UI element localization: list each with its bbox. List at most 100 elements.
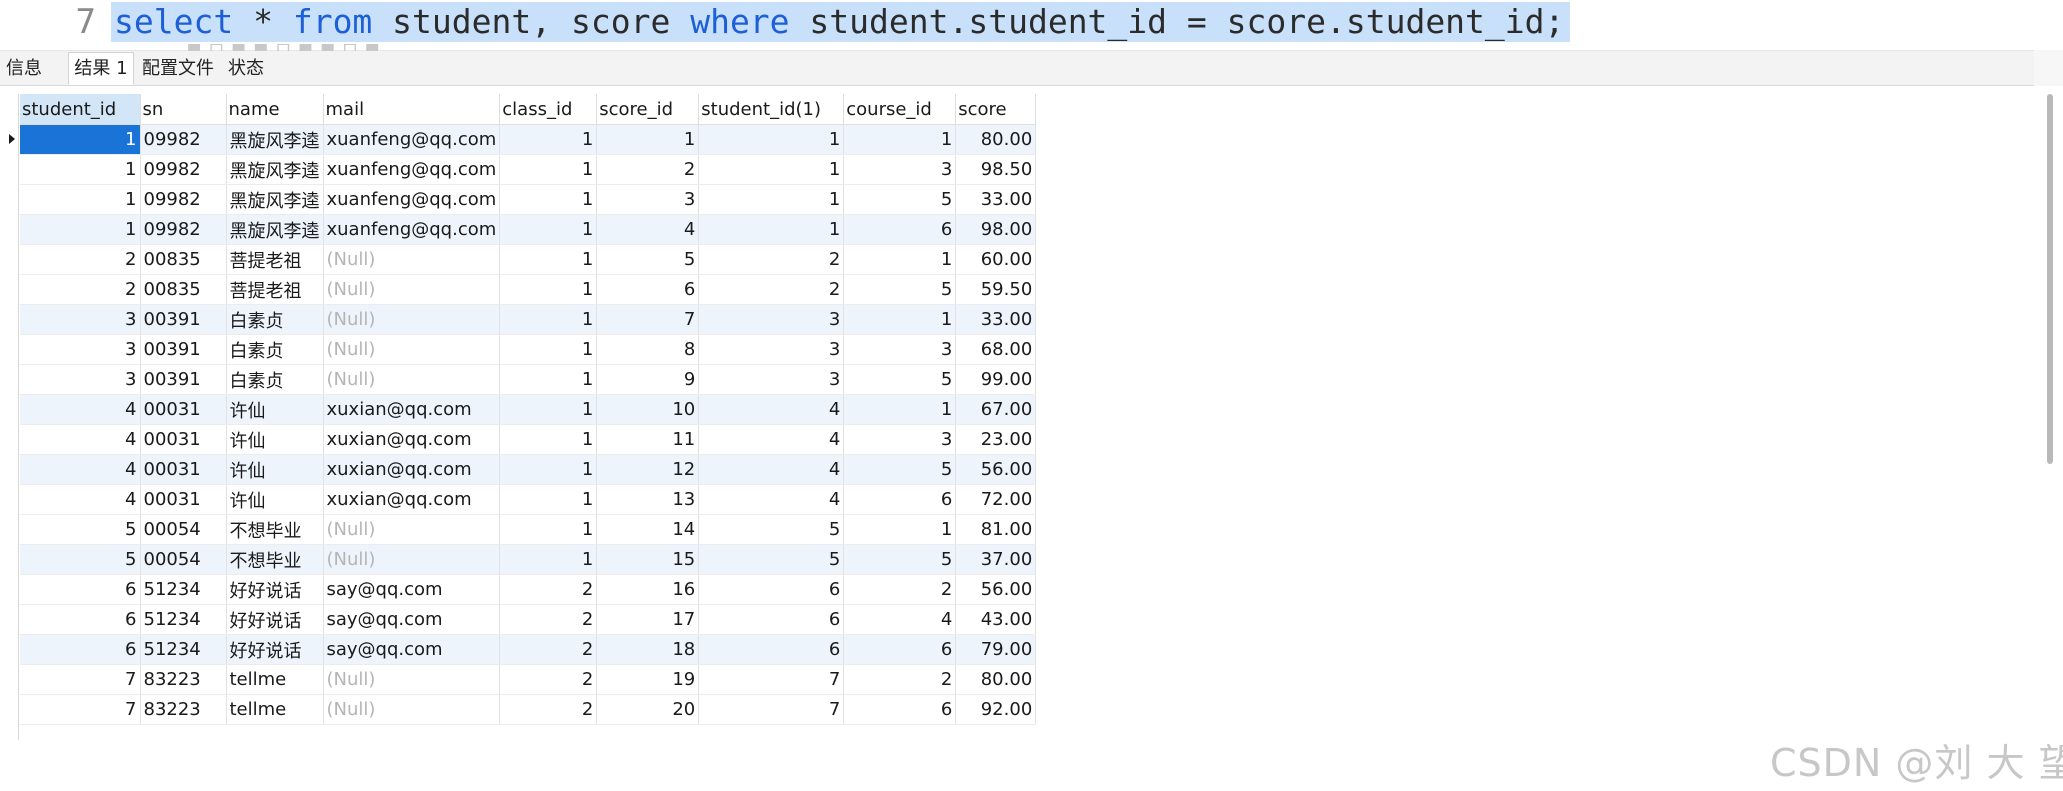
table-cell[interactable]: 09982	[140, 214, 227, 245]
table-cell[interactable]: 1	[698, 154, 845, 185]
table-cell[interactable]: (Null)	[323, 514, 501, 545]
table-cell[interactable]: tellme	[226, 664, 324, 695]
table-cell[interactable]: xuxian@qq.com	[323, 484, 501, 515]
column-header-sn[interactable]: sn	[140, 94, 227, 125]
table-cell[interactable]: 37.00	[955, 544, 1037, 575]
table-cell[interactable]: 7	[20, 694, 141, 725]
table-cell[interactable]: 2	[698, 274, 845, 305]
table-row[interactable]: 5 00054 不想毕业 (Null) 1 14 5 1 81.00	[20, 514, 1037, 545]
table-cell[interactable]: 3	[843, 334, 957, 365]
table-cell[interactable]: 6	[843, 694, 957, 725]
table-cell[interactable]: 11	[596, 424, 700, 455]
table-cell[interactable]: 3	[698, 364, 845, 395]
table-cell[interactable]: 2	[20, 274, 141, 305]
table-cell[interactable]: 5	[20, 514, 141, 545]
table-cell[interactable]: 好好说话	[226, 634, 324, 665]
table-cell[interactable]: 51234	[140, 574, 227, 605]
table-cell[interactable]: 33.00	[955, 304, 1037, 335]
results-table[interactable]: student_id sn name mail class_id score_id stud…	[20, 94, 1037, 725]
table-cell[interactable]: 6	[843, 484, 957, 515]
table-cell[interactable]: 81.00	[955, 514, 1037, 545]
table-row[interactable]: 6 51234 好好说话 say@qq.com 2 16 6 2 56.00	[20, 574, 1037, 605]
table-cell[interactable]: 16	[596, 574, 700, 605]
table-cell[interactable]: 1	[843, 304, 957, 335]
column-header-score-id[interactable]: score_id	[596, 94, 700, 125]
sql-editor[interactable]: 7 select * from student, score where stu…	[0, 0, 2035, 52]
table-cell[interactable]: 09982	[140, 184, 227, 215]
table-cell[interactable]: 1	[499, 304, 598, 335]
table-cell[interactable]: 20	[596, 694, 700, 725]
table-cell[interactable]: 6	[20, 634, 141, 665]
table-cell[interactable]: 许仙	[226, 394, 324, 425]
table-cell[interactable]: 00031	[140, 484, 227, 515]
table-cell[interactable]: 5	[843, 184, 957, 215]
table-cell[interactable]: 3	[20, 364, 141, 395]
table-cell[interactable]: (Null)	[323, 664, 501, 695]
column-header-score[interactable]: score	[955, 94, 1037, 125]
table-row[interactable]: 1 09982 黑旋风李逵 xuanfeng@qq.com 1 4 1 6 98.00	[20, 214, 1037, 245]
table-cell[interactable]: 1	[499, 514, 598, 545]
table-cell[interactable]: 1	[596, 124, 700, 155]
table-cell[interactable]: 2	[499, 574, 598, 605]
table-cell[interactable]: 00054	[140, 544, 227, 575]
table-cell[interactable]: 9	[596, 364, 700, 395]
column-header-name[interactable]: name	[226, 94, 324, 125]
table-cell[interactable]: 1	[843, 394, 957, 425]
table-cell[interactable]: 好好说话	[226, 574, 324, 605]
table-cell[interactable]: 1	[20, 214, 141, 245]
table-cell[interactable]: 白素贞	[226, 364, 324, 395]
table-cell[interactable]: 4	[20, 484, 141, 515]
table-cell[interactable]: (Null)	[323, 364, 501, 395]
table-row[interactable]: 4 00031 许仙 xuxian@qq.com 1 12 4 5 56.00	[20, 454, 1037, 485]
table-cell[interactable]: 5	[596, 244, 700, 275]
table-row[interactable]: 3 00391 白素贞 (Null) 1 8 3 3 68.00	[20, 334, 1037, 365]
table-cell[interactable]: 10	[596, 394, 700, 425]
table-cell[interactable]: 12	[596, 454, 700, 485]
table-cell[interactable]: 1	[499, 334, 598, 365]
table-cell[interactable]: 00391	[140, 364, 227, 395]
table-cell[interactable]: 19	[596, 664, 700, 695]
tab-info[interactable]: 信息	[0, 53, 48, 84]
table-cell[interactable]: xuxian@qq.com	[323, 454, 501, 485]
table-cell[interactable]: 6	[698, 634, 845, 665]
table-cell[interactable]: 许仙	[226, 484, 324, 515]
table-cell[interactable]: 4	[20, 394, 141, 425]
table-cell[interactable]: 6	[843, 214, 957, 245]
table-cell[interactable]: 99.00	[955, 364, 1037, 395]
table-cell[interactable]: 2	[499, 634, 598, 665]
table-cell[interactable]: 1	[843, 514, 957, 545]
tab-status[interactable]: 状态	[224, 53, 268, 84]
table-cell[interactable]: 许仙	[226, 424, 324, 455]
table-cell[interactable]: 1	[499, 274, 598, 305]
table-cell[interactable]: 59.50	[955, 274, 1037, 305]
table-cell[interactable]: 菩提老祖	[226, 274, 324, 305]
column-header-course-id[interactable]: course_id	[843, 94, 957, 125]
table-cell[interactable]: (Null)	[323, 334, 501, 365]
table-cell[interactable]: 1	[499, 214, 598, 245]
table-cell[interactable]: 1	[499, 454, 598, 485]
table-cell[interactable]: 67.00	[955, 394, 1037, 425]
table-cell[interactable]: 8	[596, 334, 700, 365]
table-cell[interactable]: 83223	[140, 664, 227, 695]
table-cell[interactable]: 4	[20, 454, 141, 485]
table-cell[interactable]: 51234	[140, 604, 227, 635]
table-cell[interactable]: 5	[698, 544, 845, 575]
column-header-mail[interactable]: mail	[323, 94, 501, 125]
table-cell[interactable]: 3	[20, 334, 141, 365]
table-cell[interactable]: 1	[698, 184, 845, 215]
table-cell[interactable]: 2	[596, 154, 700, 185]
table-cell[interactable]: (Null)	[323, 304, 501, 335]
table-cell[interactable]: (Null)	[323, 544, 501, 575]
table-cell[interactable]: 3	[596, 184, 700, 215]
table-cell[interactable]: 80.00	[955, 124, 1037, 155]
table-cell[interactable]: say@qq.com	[323, 574, 501, 605]
table-cell[interactable]: 3	[843, 154, 957, 185]
table-cell[interactable]: (Null)	[323, 274, 501, 305]
table-cell[interactable]: 黑旋风李逵	[226, 184, 324, 215]
table-cell[interactable]: 13	[596, 484, 700, 515]
table-cell[interactable]: 不想毕业	[226, 514, 324, 545]
table-cell[interactable]: 1	[698, 214, 845, 245]
table-cell[interactable]: 79.00	[955, 634, 1037, 665]
table-cell[interactable]: 51234	[140, 634, 227, 665]
table-cell[interactable]: 15	[596, 544, 700, 575]
